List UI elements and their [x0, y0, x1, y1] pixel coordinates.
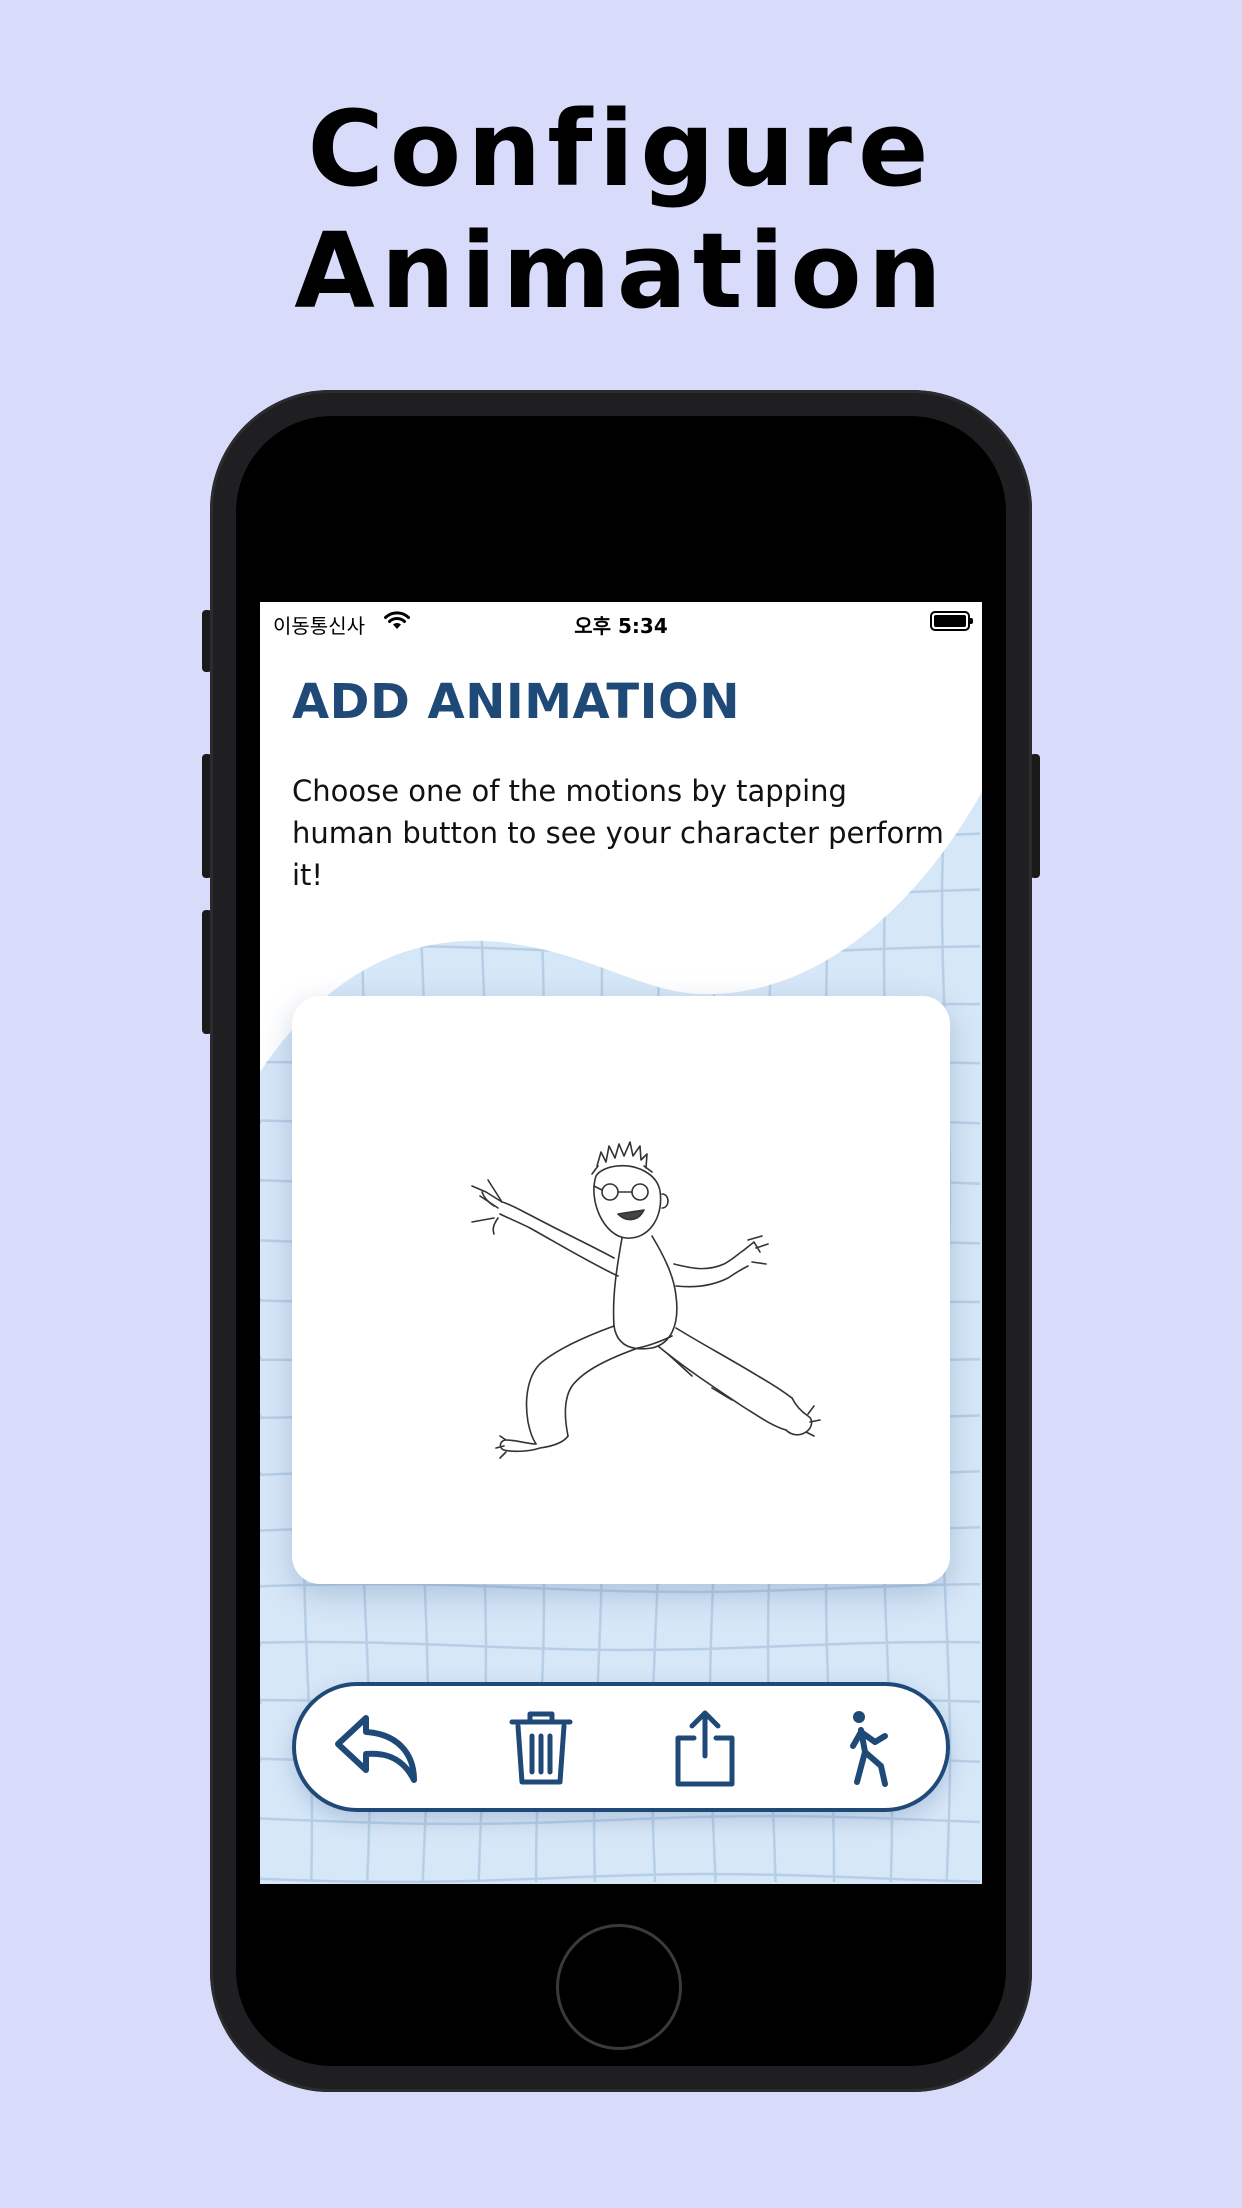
motion-select-button[interactable] — [824, 1708, 914, 1788]
headline-line-2: Animation — [294, 210, 948, 332]
status-time: 오후 5:34 — [574, 614, 668, 638]
share-button[interactable] — [660, 1708, 750, 1788]
character-card — [292, 996, 950, 1584]
app-screen: 이동통신사 오후 5:34 ADD ANIMATION Choose one o… — [260, 602, 982, 1884]
share-icon — [675, 1710, 735, 1787]
home-button[interactable] — [556, 1924, 682, 2050]
character-drawing-image — [471, 1141, 821, 1459]
promo-headline: Configure Animation — [0, 88, 1242, 332]
human-motion-icon — [850, 1711, 888, 1787]
status-bar: 이동통신사 오후 5:34 — [260, 602, 982, 640]
battery-icon — [930, 611, 973, 631]
page-title: ADD ANIMATION — [292, 674, 740, 730]
grid-line — [260, 656, 980, 664]
undo-button[interactable] — [332, 1708, 422, 1788]
delete-button[interactable] — [496, 1708, 586, 1788]
headline-line-1: Configure — [307, 88, 935, 210]
instruction-text: Choose one of the motions by tapping hum… — [292, 774, 944, 892]
trash-icon — [509, 1711, 573, 1785]
undo-arrow-icon — [335, 1715, 417, 1783]
action-toolbar — [292, 1682, 950, 1812]
